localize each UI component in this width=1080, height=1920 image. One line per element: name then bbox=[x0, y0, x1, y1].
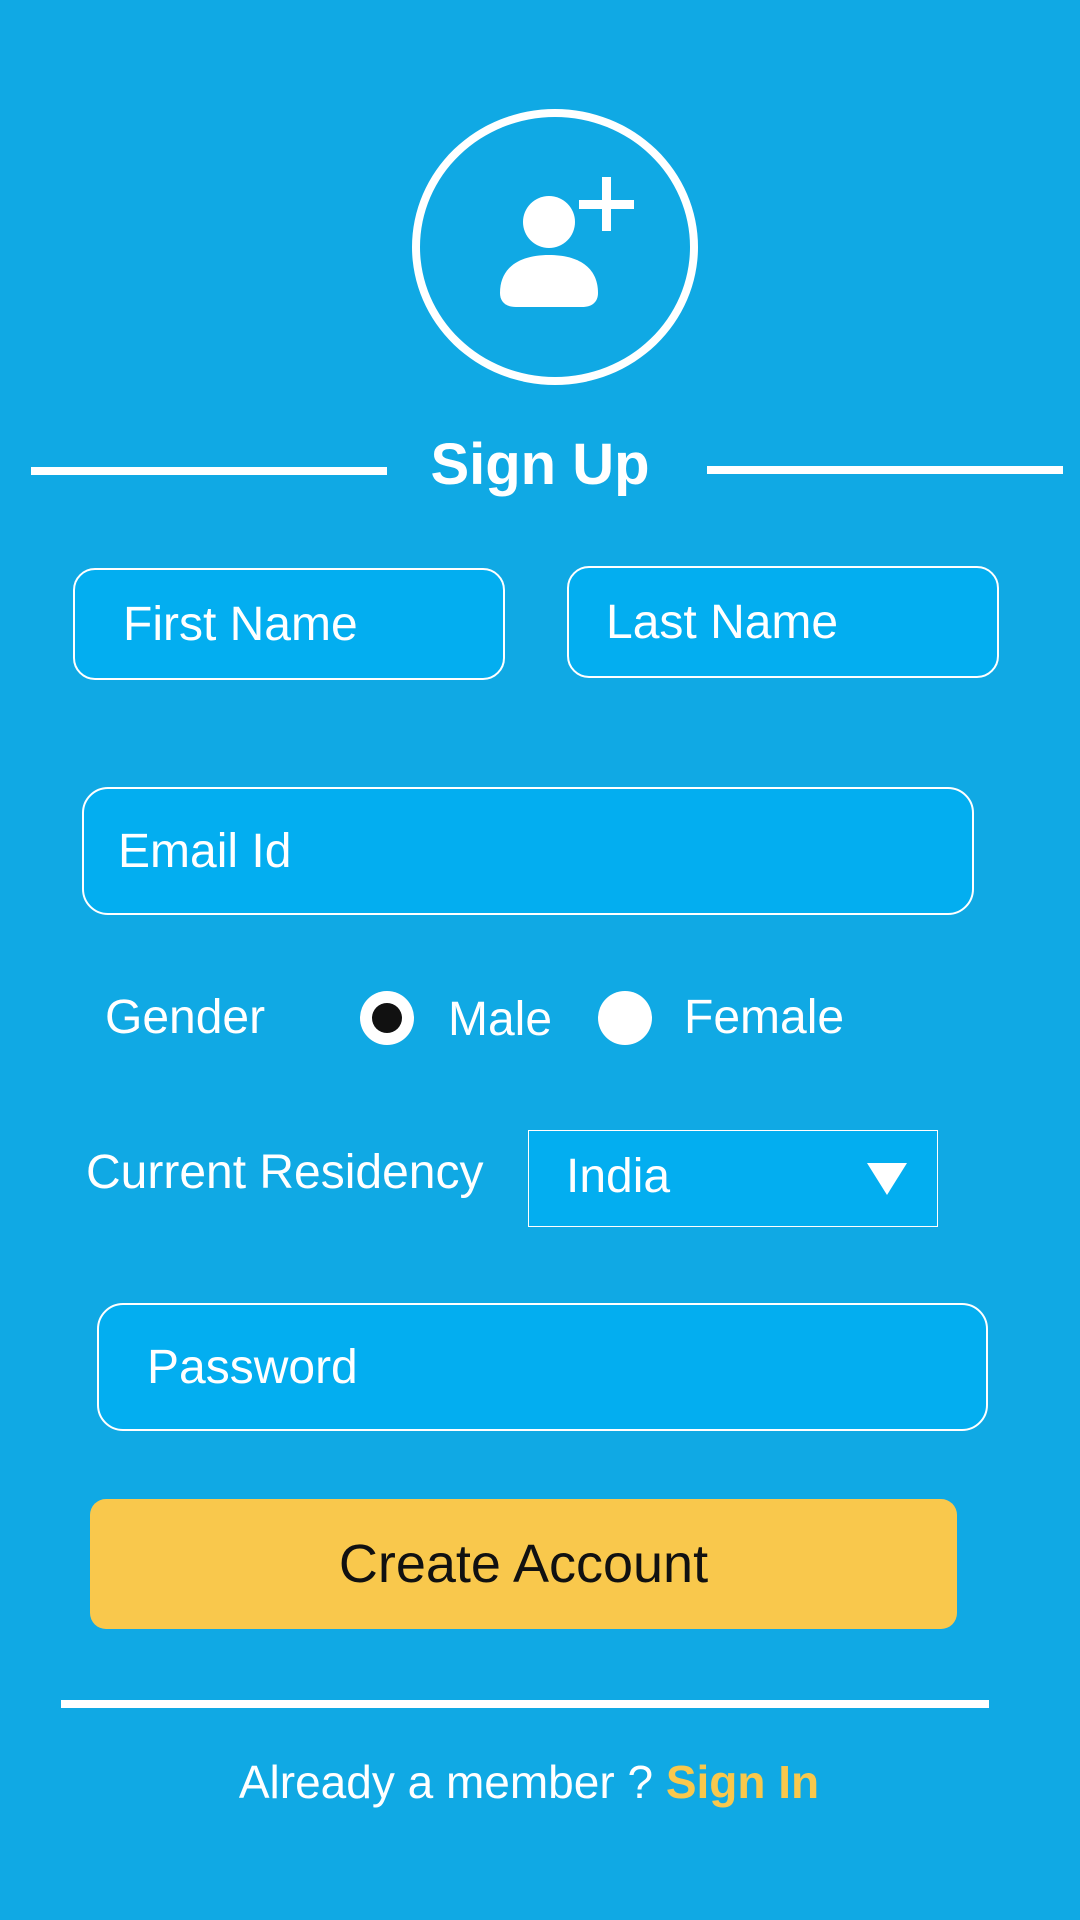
email-input[interactable]: Email Id bbox=[82, 787, 974, 915]
password-input[interactable]: Password bbox=[97, 1303, 988, 1431]
footer-divider bbox=[61, 1700, 989, 1708]
sign-in-prompt-text: Already a member ? bbox=[238, 1756, 654, 1808]
gender-option-female-label[interactable]: Female bbox=[684, 988, 844, 1048]
create-account-button[interactable]: Create Account bbox=[90, 1499, 957, 1629]
gender-label: Gender bbox=[105, 991, 266, 1044]
first-name-input[interactable]: First Name bbox=[73, 568, 505, 680]
chevron-down-icon bbox=[867, 1163, 907, 1195]
title-divider-right bbox=[707, 466, 1063, 474]
password-placeholder: Password bbox=[147, 1340, 358, 1394]
gender-radio-female[interactable] bbox=[598, 991, 652, 1045]
create-account-label: Create Account bbox=[338, 1534, 709, 1594]
residency-label: Current Residency bbox=[86, 1146, 484, 1199]
email-placeholder: Email Id bbox=[118, 824, 292, 878]
add-user-icon bbox=[500, 177, 634, 307]
page-title: Sign Up bbox=[430, 432, 650, 497]
residency-select[interactable]: India bbox=[528, 1130, 938, 1227]
avatar[interactable] bbox=[412, 109, 698, 385]
sign-in-link[interactable]: Sign In bbox=[666, 1756, 819, 1808]
residency-selected-value: India bbox=[566, 1150, 671, 1203]
gender-option-male-label[interactable]: Male bbox=[448, 990, 552, 1050]
first-name-placeholder: First Name bbox=[123, 597, 358, 651]
sign-in-prompt: Already a member ? Sign In bbox=[0, 1752, 1058, 1812]
gender-radio-male[interactable] bbox=[360, 991, 414, 1045]
radio-selected-dot bbox=[372, 1003, 402, 1033]
title-divider-left bbox=[31, 467, 387, 475]
last-name-input[interactable]: Last Name bbox=[567, 566, 999, 678]
last-name-placeholder: Last Name bbox=[606, 595, 839, 649]
